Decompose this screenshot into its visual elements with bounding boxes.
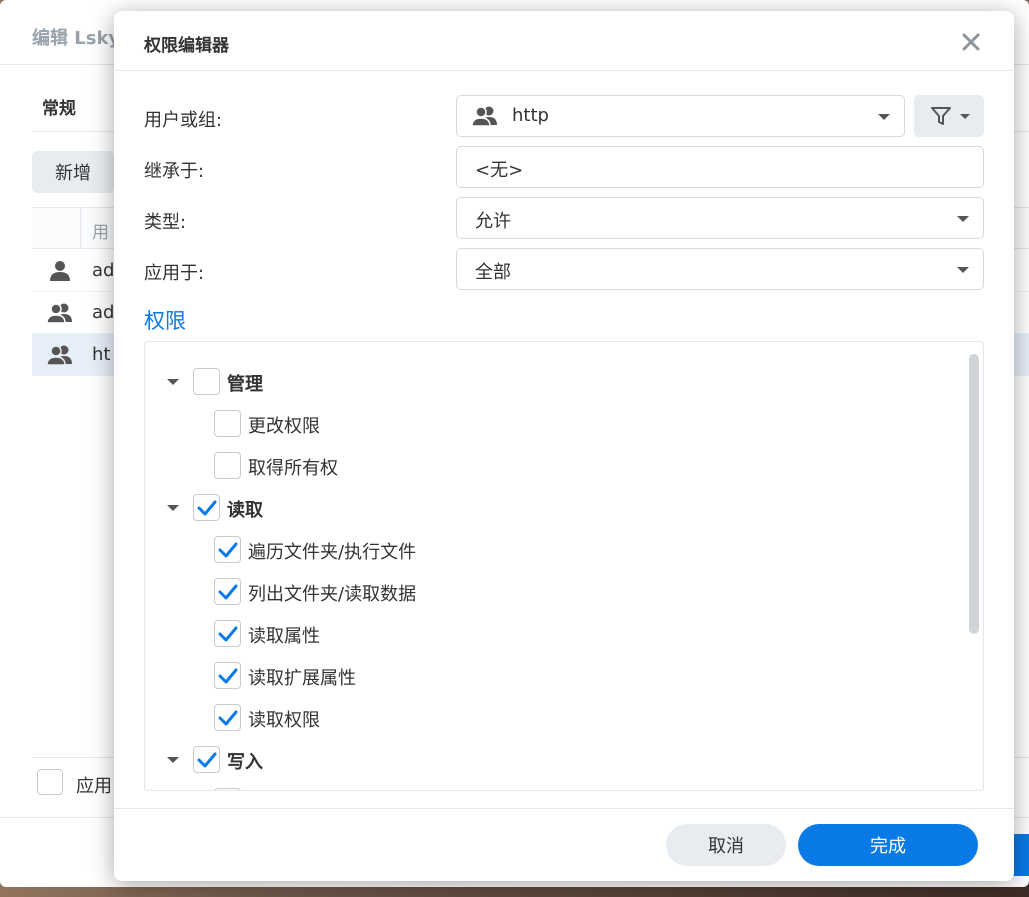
permission-checkbox[interactable] [214, 662, 241, 689]
group-icon [46, 345, 72, 366]
expand-triangle-icon[interactable] [167, 757, 179, 763]
permission-label: 写入 [227, 752, 263, 773]
column-header-user[interactable]: 用 [92, 218, 109, 243]
tab-general[interactable]: 常规 [42, 94, 76, 119]
inherit-field[interactable]: <无> [456, 146, 984, 188]
checkmark-icon [218, 584, 237, 599]
group-icon [46, 303, 72, 324]
chevron-down-icon [957, 267, 969, 273]
row-name: ht [92, 344, 111, 365]
permission-editor-dialog: 权限编辑器 用户或组: http 继承于: <无> 类型: 允许 应用于: 全部… [114, 11, 1014, 881]
permission-label: 列出文件夹/读取数据 [248, 584, 417, 605]
permission-group-row[interactable]: 写入 [145, 746, 965, 774]
done-button[interactable]: 完成 [798, 824, 978, 866]
permission-group-row[interactable]: 读取 [145, 494, 965, 522]
permission-label: 遍历文件夹/执行文件 [248, 542, 417, 563]
dialog-title: 权限编辑器 [144, 36, 229, 56]
background-window-title: 编辑 Lsky [32, 28, 121, 49]
close-icon [962, 33, 980, 51]
permission-row[interactable]: 读取属性 [145, 620, 965, 648]
user-or-group-select[interactable]: http [456, 95, 905, 137]
permission-row[interactable]: 列出文件夹/读取数据 [145, 578, 965, 606]
permissions-tree: 管理更改权限取得所有权读取遍历文件夹/执行文件 列出文件夹/读取数据 读取属性读取扩… [144, 341, 984, 791]
user-or-group-label: 用户或组: [144, 110, 223, 131]
permission-label: 读取扩展属性 [248, 668, 356, 689]
checkmark-icon [218, 710, 237, 725]
permission-label: 取得所有权 [248, 458, 338, 479]
cancel-button[interactable]: 取消 [666, 824, 786, 866]
inherit-label: 继承于: [144, 161, 205, 182]
chevron-down-icon [960, 114, 970, 119]
apply-to-select[interactable]: 全部 [456, 248, 984, 290]
permission-label: 读取权限 [248, 710, 320, 731]
permission-label: 更改权限 [248, 416, 320, 437]
permission-checkbox[interactable] [214, 452, 241, 479]
checkmark-icon [218, 626, 237, 641]
row-name: ad [92, 302, 115, 323]
type-value: 允许 [475, 211, 511, 232]
checkmark-icon [218, 542, 237, 557]
permission-row[interactable]: 读取权限 [145, 704, 965, 732]
type-label: 类型: [144, 212, 187, 233]
divider [114, 808, 1014, 809]
permission-checkbox[interactable] [214, 788, 241, 790]
row-name: ad [92, 260, 115, 281]
permission-checkbox[interactable] [214, 620, 241, 647]
chevron-down-icon [878, 114, 890, 120]
permission-row[interactable]: 取得所有权 [145, 452, 965, 480]
divider [114, 70, 1014, 71]
apply-label: 应用 [76, 776, 112, 797]
permission-group-row[interactable]: 管理 [145, 368, 965, 396]
permission-checkbox[interactable] [193, 746, 220, 773]
permissions-title: 权限 [144, 309, 186, 333]
checkmark-icon [197, 752, 216, 767]
expand-triangle-icon[interactable] [167, 379, 179, 385]
expand-triangle-icon[interactable] [167, 505, 179, 511]
permission-label: 读取 [227, 500, 263, 521]
filter-button[interactable] [914, 95, 984, 137]
apply-to-label: 应用于: [144, 263, 205, 284]
permission-checkbox[interactable] [214, 578, 241, 605]
apply-checkbox[interactable] [37, 769, 63, 795]
type-select[interactable]: 允许 [456, 197, 984, 239]
group-icon [471, 106, 497, 127]
permission-checkbox[interactable] [193, 368, 220, 395]
permission-row[interactable]: 遍历文件夹/执行文件 [145, 536, 965, 564]
user-icon [50, 261, 70, 281]
filter-icon [931, 107, 951, 125]
permission-label: 读取属性 [248, 626, 320, 647]
checkmark-icon [218, 668, 237, 683]
chevron-down-icon [957, 216, 969, 222]
inherit-value: <无> [475, 160, 524, 181]
new-button[interactable]: 新增 [32, 151, 114, 193]
user-or-group-value: http [512, 105, 549, 126]
scrollbar[interactable] [969, 354, 979, 634]
permission-row[interactable]: 更改权限 [145, 410, 965, 438]
permission-checkbox[interactable] [214, 704, 241, 731]
close-button[interactable] [956, 27, 986, 57]
permission-checkbox[interactable] [193, 494, 220, 521]
permission-checkbox[interactable] [214, 410, 241, 437]
permission-checkbox[interactable] [214, 536, 241, 563]
permission-label: 管理 [227, 374, 263, 395]
apply-to-value: 全部 [475, 262, 511, 283]
permission-row[interactable]: 读取扩展属性 [145, 662, 965, 690]
checkmark-icon [197, 500, 216, 515]
